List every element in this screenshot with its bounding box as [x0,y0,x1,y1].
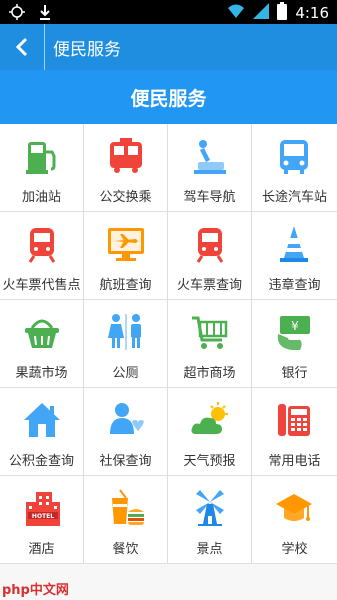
gps-icon [8,3,26,25]
download-icon [38,3,52,25]
svg-text:HOTEL: HOTEL [32,513,54,520]
house-icon [24,403,60,437]
service-social-security[interactable]: 社保查询 [84,388,168,476]
service-housing-fund[interactable]: 公积金查询 [0,388,84,476]
page-title: 便民服务 [53,40,121,60]
service-coach-station[interactable]: 长途汽车站 [252,124,337,212]
social-security-icon [110,403,144,434]
gas-station-icon [26,142,56,174]
service-weather[interactable]: 天气预报 [168,388,252,476]
wifi-icon [227,3,245,23]
service-flight-query[interactable]: 航班查询 [84,212,168,300]
basket-icon [25,319,59,348]
banner: 便民服务 [0,70,337,124]
service-fruit-market[interactable]: 果蔬市场 [0,300,84,388]
restaurant-icon [112,489,144,525]
windmill-icon [196,490,224,526]
title-bar: 便民服务 [0,24,337,70]
service-navigation[interactable]: 驾车导航 [168,124,252,212]
back-button[interactable] [0,24,45,70]
bank-icon: ¥ [277,316,310,350]
service-restaurant[interactable]: 餐饮 [84,476,168,564]
hotel-icon: HOTEL [26,492,60,526]
graduation-cap-icon [276,494,312,521]
navigation-icon [194,140,226,174]
service-train-ticket-agent[interactable]: 火车票代售点 [0,212,84,300]
bus-icon [110,138,142,173]
service-scenic-spot[interactable]: 景点 [168,476,252,564]
watermark-logo: php中文网 [0,576,70,600]
service-supermarket[interactable]: 超市商场 [168,300,252,388]
service-school[interactable]: 学校 [252,476,337,564]
service-bank[interactable]: ¥ 银行 [252,300,337,388]
traffic-cone-icon [280,226,308,262]
signal-icon [253,3,270,23]
service-gas-station[interactable]: 加油站 [0,124,84,212]
train-ticket-agent-icon [28,228,56,263]
coach-icon [280,140,308,174]
service-bus-transfer[interactable]: 公交换乘 [84,124,168,212]
service-violation-query[interactable]: 违章查询 [252,212,337,300]
battery-icon [277,2,288,24]
service-hotel[interactable]: HOTEL 酒店 [0,476,84,564]
banner-title: 便民服务 [130,88,207,110]
service-phone-numbers[interactable]: 常用电话 [252,388,337,476]
status-time: 4:16 [295,4,329,22]
service-train-ticket-query[interactable]: 火车票查询 [168,212,252,300]
shopping-cart-icon [192,316,228,349]
train-icon [196,228,224,263]
watermark-text: php中文网 [2,583,69,598]
status-bar: 4:16 [0,0,337,24]
services-grid: 加油站 公交换乘 驾车导航 长途汽车站 火车票代售点 航班查询 火车票查询 违章… [0,124,337,600]
telephone-icon [278,404,310,436]
chevron-left-icon [15,37,28,57]
toilet-icon [108,314,141,350]
service-public-toilet[interactable]: 公厕 [84,300,168,388]
weather-icon [191,402,228,434]
svg-text:¥: ¥ [291,319,299,333]
flight-icon [108,228,144,261]
